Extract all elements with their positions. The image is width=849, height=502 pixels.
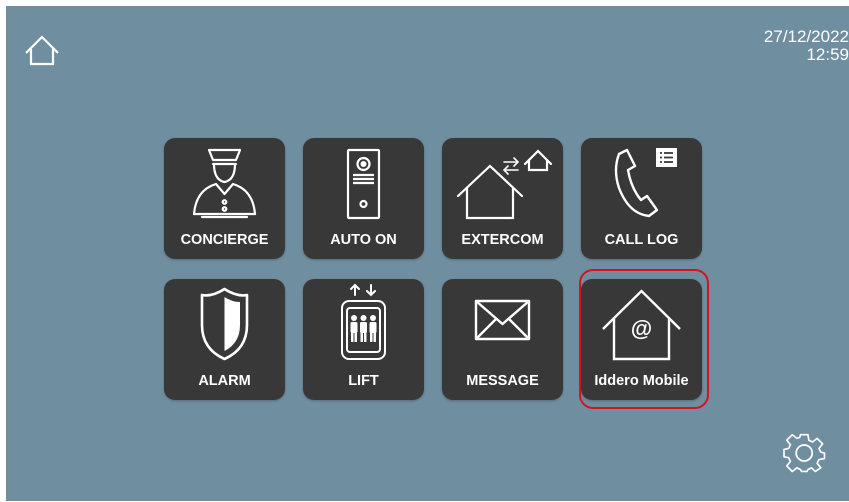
message-button[interactable]: MESSAGE — [442, 279, 563, 400]
lift-icon — [341, 283, 386, 360]
home-button[interactable] — [22, 32, 62, 72]
gear-icon — [783, 433, 826, 473]
auto-on-icon — [346, 148, 381, 220]
date-text: 27/12/2022 — [763, 27, 849, 46]
envelope-icon — [474, 299, 531, 341]
extercom-label: EXTERCOM — [461, 232, 544, 248]
message-label: MESSAGE — [466, 373, 539, 389]
concierge-button[interactable]: CONCIERGE — [164, 138, 285, 259]
home-icon — [25, 35, 59, 66]
extercom-icon — [456, 149, 553, 220]
call-log-button[interactable]: CALL LOG — [581, 138, 702, 259]
lift-button[interactable]: LIFT — [303, 279, 424, 400]
concierge-label: CONCIERGE — [180, 232, 269, 248]
time-text: 12:59 — [806, 45, 849, 64]
extercom-button[interactable]: EXTERCOM — [442, 138, 563, 259]
concierge-icon — [192, 148, 257, 219]
call-log-label: CALL LOG — [604, 232, 679, 248]
settings-button[interactable] — [782, 431, 826, 475]
selection-highlight — [579, 269, 709, 409]
call-log-icon — [614, 148, 677, 218]
date-time-display: 27/12/2022 12:59 — [764, 28, 849, 64]
auto-on-label: AUTO ON — [330, 232, 397, 248]
alarm-shield-icon — [200, 287, 249, 361]
intercom-screen: 27/12/2022 12:59 CONCIERGE AUTO ON EXTER… — [6, 6, 849, 501]
alarm-label: ALARM — [198, 373, 251, 389]
alarm-button[interactable]: ALARM — [164, 279, 285, 400]
auto-on-button[interactable]: AUTO ON — [303, 138, 424, 259]
lift-label: LIFT — [348, 373, 379, 389]
